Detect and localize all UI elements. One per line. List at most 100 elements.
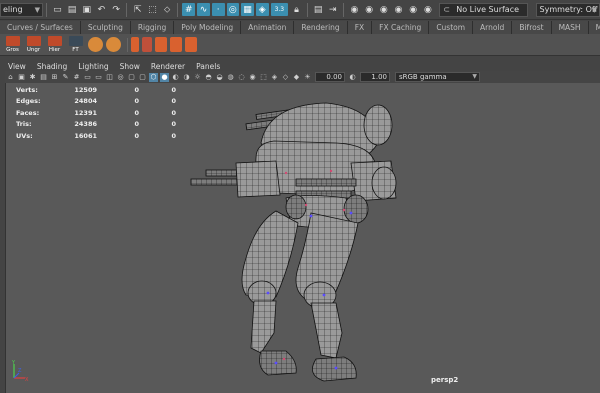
live-surface-label: No Live Surface	[456, 5, 520, 14]
render-current-frame-icon[interactable]: ◉	[363, 3, 376, 16]
align-left-tool-icon[interactable]	[155, 37, 167, 52]
tag-tool-icon[interactable]	[142, 37, 152, 52]
color-space-dropdown[interactable]: sRGB gamma ▼	[395, 72, 480, 82]
viewport-panel[interactable]: Verts: 12509 0 0 Edges: 24804 0 0 Faces: 12391 0 0 T…	[5, 83, 600, 393]
redo-icon[interactable]: ↷	[110, 3, 123, 16]
two-d-pan-icon[interactable]: ⊞	[50, 73, 59, 82]
xray-icon[interactable]: ◈	[270, 73, 279, 82]
select-by-hierarchy-icon[interactable]: ⇱	[131, 3, 144, 16]
align-center-tool-icon[interactable]	[170, 37, 182, 52]
xray-joints-icon[interactable]: ◇	[281, 73, 290, 82]
mode-menu-dropdown[interactable]: eling ▼	[0, 2, 44, 17]
grease-pencil-icon[interactable]: ✎	[61, 73, 70, 82]
shelf-tab[interactable]: Rendering	[294, 21, 348, 34]
shelf-tab[interactable]: FX	[347, 21, 373, 34]
shelf-button-ungroup[interactable]: Ungr	[25, 35, 42, 55]
shelf-button-hierarchy[interactable]: Hier	[46, 35, 63, 55]
gamma-field[interactable]: 1.00	[360, 72, 390, 82]
hud-row: UVs: 16061 0 0	[16, 130, 176, 142]
shelf-tab[interactable]: Rigging	[130, 21, 175, 34]
shelf-tab[interactable]: Motion Graphics	[588, 21, 600, 34]
snap-to-grid-icon[interactable]: #	[182, 3, 196, 16]
toolbar-divider	[46, 2, 47, 17]
ambient-occlusion-icon[interactable]: ◒	[215, 73, 224, 82]
shelf-tab[interactable]: Custom	[429, 21, 474, 34]
shelf-button-label: FT	[72, 46, 79, 53]
hud-value: 12391	[74, 108, 97, 117]
align-right-tool-icon[interactable]	[185, 37, 197, 52]
shadows-icon[interactable]: ◓	[204, 73, 213, 82]
shelf-tab[interactable]: Arnold	[473, 21, 513, 34]
save-scene-icon[interactable]: ▣	[80, 3, 93, 16]
xray-components-icon[interactable]: ◆	[292, 73, 301, 82]
exposure-icon[interactable]: ☀	[303, 73, 312, 82]
shelf-tab[interactable]: Bifrost	[512, 21, 552, 34]
panel-menu-item[interactable]: Lighting	[75, 62, 108, 71]
symmetry-dropdown[interactable]: Symmetry: Off ▼	[535, 2, 600, 17]
center-pivot-icon[interactable]	[106, 37, 121, 52]
ipr-render-icon[interactable]: ◉	[378, 3, 391, 16]
camera-attributes-icon[interactable]: ▣	[17, 73, 26, 82]
anti-aliasing-icon[interactable]: ◌	[237, 73, 246, 82]
film-gate-icon[interactable]: ▭	[83, 73, 92, 82]
snap-to-curve-icon[interactable]: ∿	[197, 3, 210, 16]
snap-together-icon[interactable]: 3.3	[270, 3, 289, 16]
lock-icon[interactable]: 🔒︎	[290, 3, 303, 16]
toolbar-divider	[127, 37, 128, 52]
panel-menu-item[interactable]: Panels	[193, 62, 220, 71]
shelf-tab[interactable]: Animation	[241, 21, 295, 34]
input-output-icon[interactable]: ⇥	[326, 3, 339, 16]
new-scene-icon[interactable]: ▭	[51, 3, 64, 16]
isolate-select-icon[interactable]: ⬚	[259, 73, 268, 82]
undo-icon[interactable]: ↶	[95, 3, 108, 16]
shelf-tab[interactable]: Sculpting	[80, 21, 131, 34]
hypershade-icon[interactable]: ◉	[407, 3, 420, 16]
shelf-tab[interactable]: FX Caching	[372, 21, 430, 34]
hud-label: Verts:	[16, 85, 38, 94]
open-scene-icon[interactable]: ▤	[66, 3, 79, 16]
exposure-field[interactable]: 0.00	[315, 72, 345, 82]
select-camera-icon[interactable]: ⌂	[6, 73, 15, 82]
gate-mask-icon[interactable]: ◫	[105, 73, 114, 82]
snap-to-point-icon[interactable]: ·	[211, 3, 225, 16]
textured-icon[interactable]: ◑	[182, 73, 191, 82]
shelf-button-group[interactable]: Gros	[4, 35, 21, 55]
grid-icon[interactable]: #	[72, 73, 81, 82]
pivot-tool-icon[interactable]	[88, 37, 103, 52]
shelf-button-freeze-transforms[interactable]: FT	[67, 35, 84, 55]
panel-menu-item[interactable]: Renderer	[148, 62, 185, 71]
snap-to-projected-center-icon[interactable]: ◎	[226, 3, 240, 16]
shelf-button-label: Hier	[48, 46, 61, 53]
resolution-gate-icon[interactable]: ▭	[94, 73, 103, 82]
wireframe-icon[interactable]: ⬡	[149, 72, 158, 82]
select-by-component-icon[interactable]: ⬦	[161, 3, 174, 16]
snap-to-view-plane-icon[interactable]: ▦	[241, 3, 254, 16]
safe-action-icon[interactable]: ▢	[127, 73, 136, 82]
arnold-render-icon[interactable]: ◉	[422, 3, 435, 16]
hud-row: Edges: 24804 0 0	[16, 96, 176, 108]
default-material-icon[interactable]: ◐	[171, 73, 180, 82]
render-settings-icon[interactable]: ◉	[392, 3, 405, 16]
script-tool-icon[interactable]	[131, 37, 139, 52]
panel-menu-item[interactable]: Shading	[34, 62, 67, 71]
lighting-icon[interactable]: ☼	[193, 73, 202, 82]
motion-blur-icon[interactable]: ◍	[226, 73, 235, 82]
chevron-down-icon: ▼	[472, 73, 477, 80]
shelf-tab[interactable]: Curves / Surfaces	[0, 21, 81, 34]
depth-of-field-icon[interactable]: ◉	[248, 73, 257, 82]
make-live-icon[interactable]: ◈	[255, 3, 269, 16]
panel-menu-item[interactable]: View	[5, 62, 26, 71]
shelf-tab[interactable]: MASH	[551, 21, 589, 34]
bookmarks-icon[interactable]: ✱	[28, 73, 37, 82]
image-plane-icon[interactable]: ▤	[39, 73, 48, 82]
shelf-tab[interactable]: Poly Modeling	[174, 21, 242, 34]
smooth-shade-icon[interactable]: ●	[160, 72, 169, 82]
gamma-icon[interactable]: ◐	[348, 73, 357, 82]
construction-history-icon[interactable]: ▤	[312, 3, 325, 16]
select-by-object-icon[interactable]: ⬚	[146, 3, 159, 16]
field-chart-icon[interactable]: ◎	[116, 73, 125, 82]
live-surface-field[interactable]: ⊂ No Live Surface	[439, 2, 528, 17]
safe-title-icon[interactable]: ▢	[138, 73, 147, 82]
panel-menu-item[interactable]: Show	[117, 62, 140, 71]
render-view-icon[interactable]: ◉	[348, 3, 361, 16]
